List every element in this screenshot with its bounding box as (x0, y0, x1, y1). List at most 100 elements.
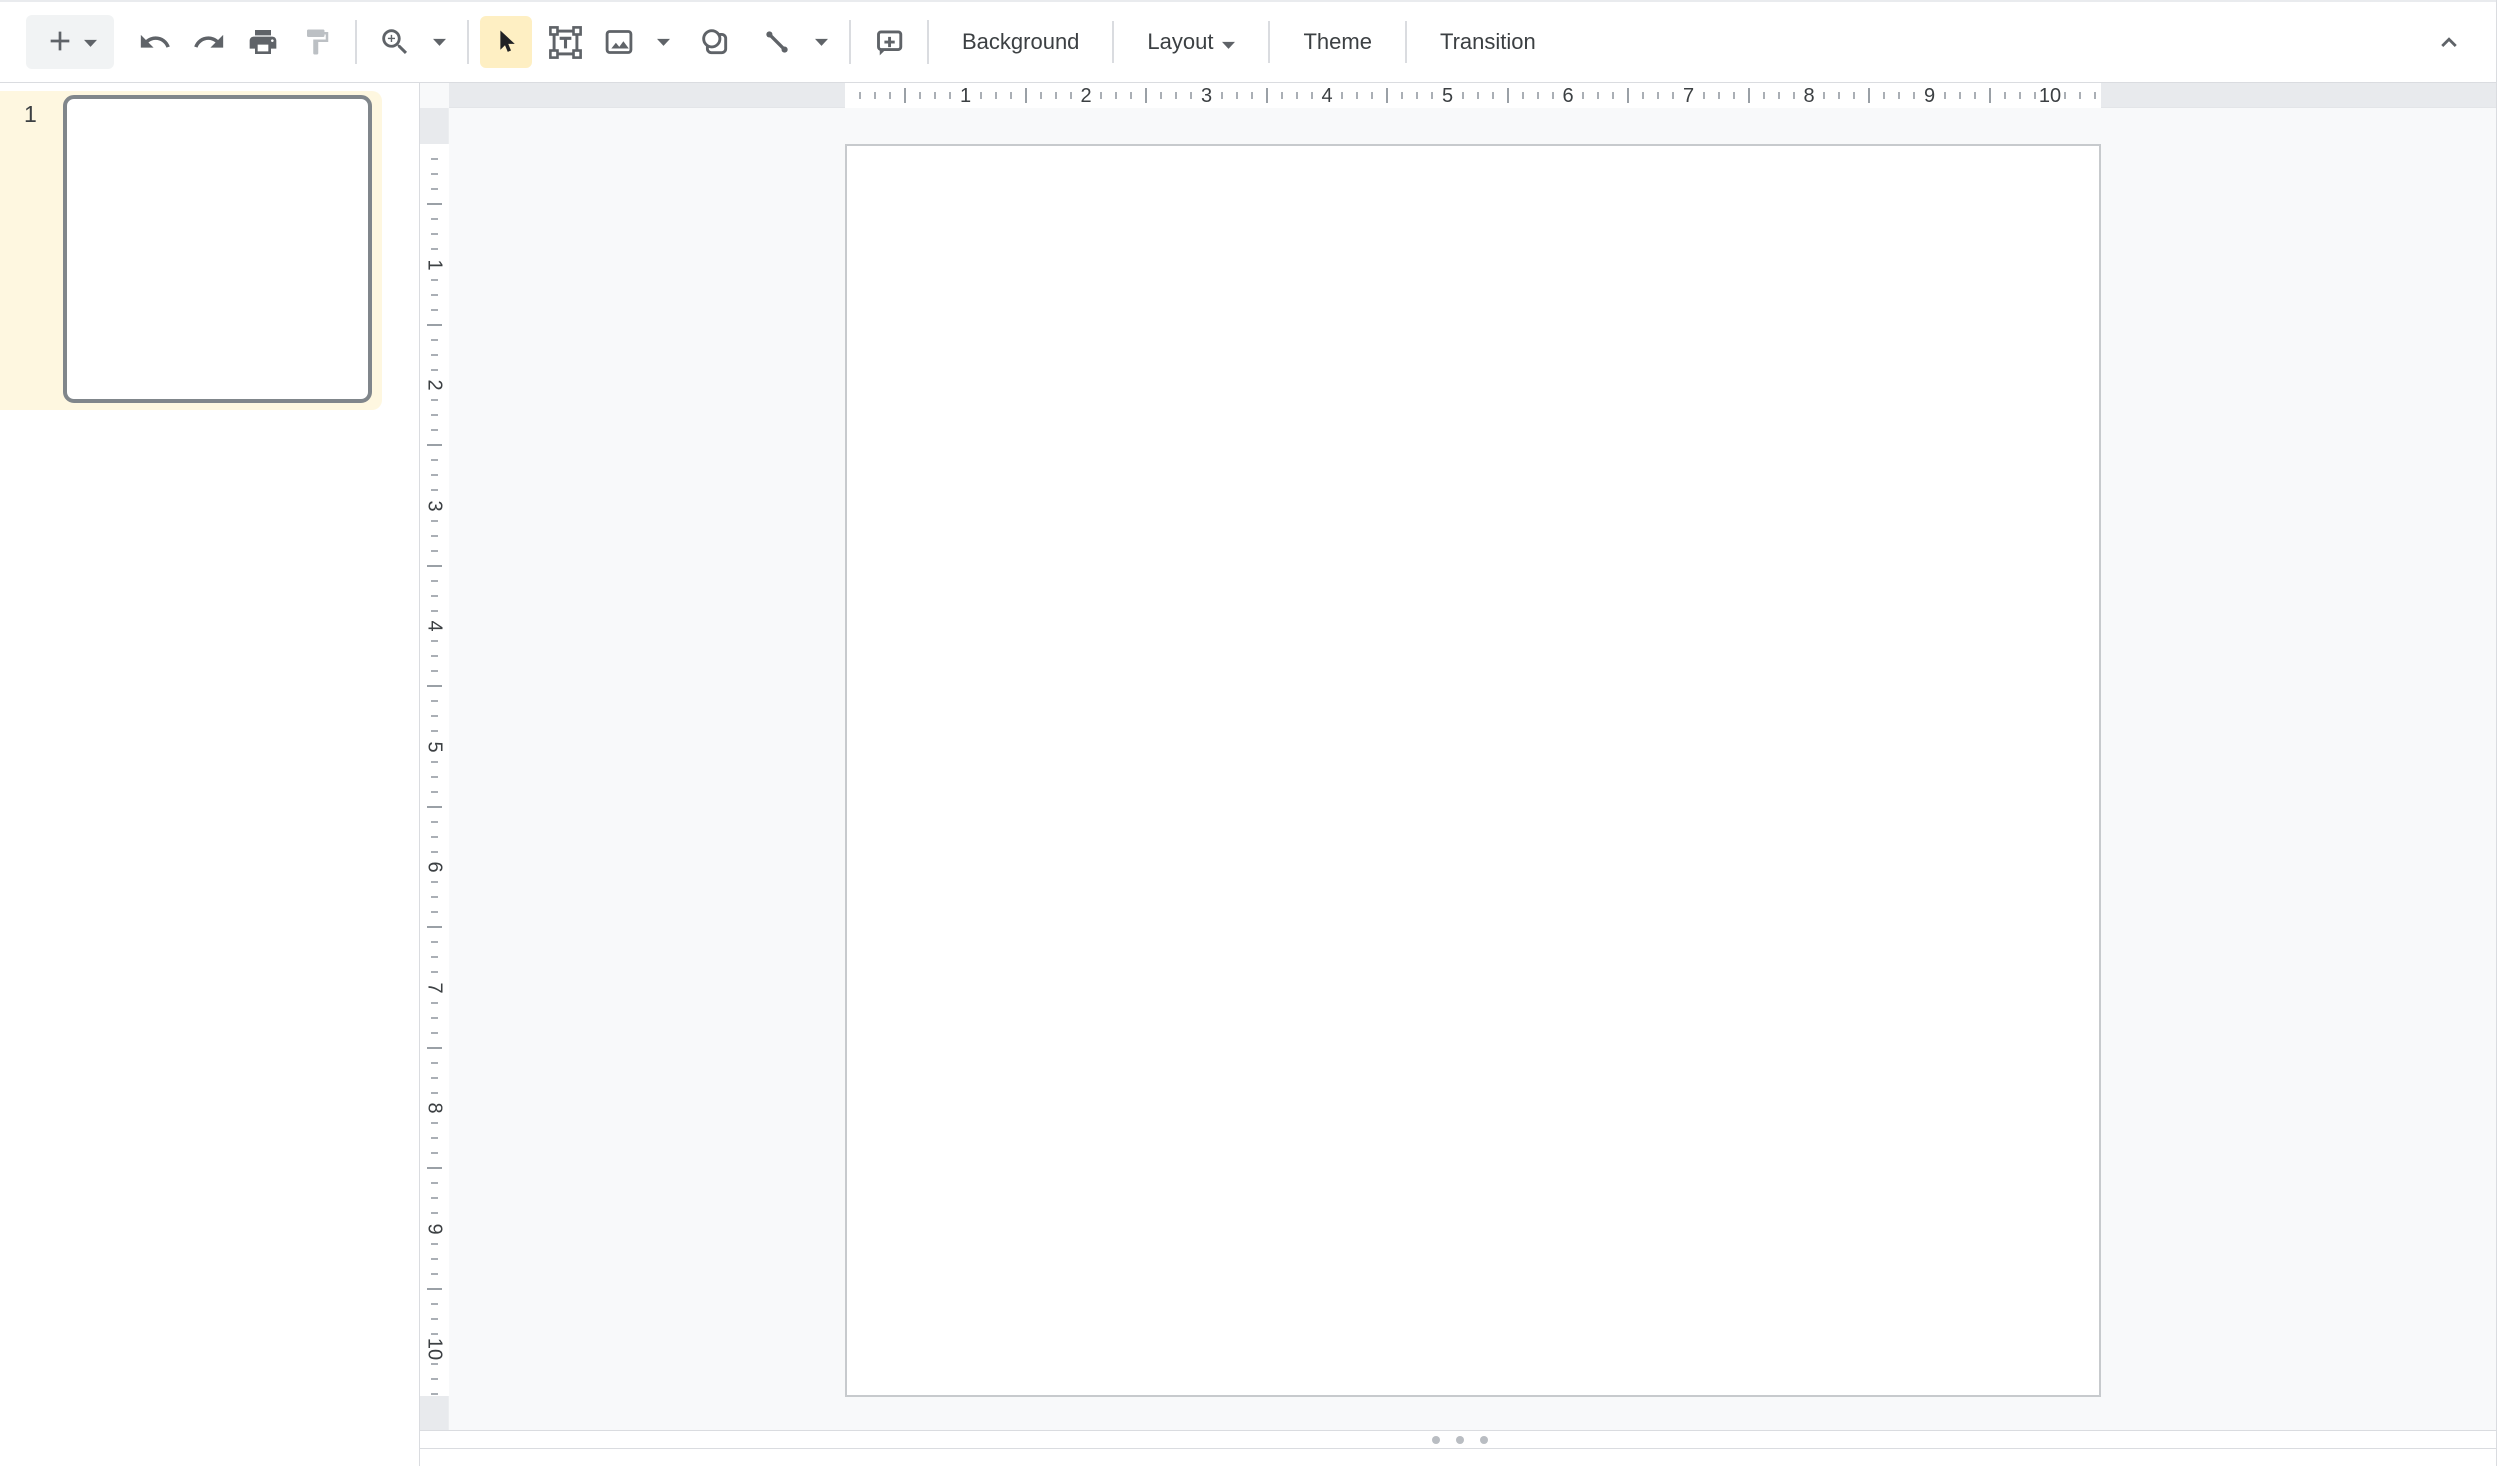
slide-number: 1 (24, 101, 37, 128)
ruler-tick (1537, 92, 1539, 99)
ruler-tick (431, 836, 438, 838)
ruler-tick (431, 730, 438, 732)
ruler-tick (431, 1182, 438, 1184)
ruler-tick (1823, 92, 1825, 99)
ruler-tick (431, 1273, 438, 1275)
ruler-tick (1251, 92, 1253, 99)
ruler-number: 9 (1924, 83, 1935, 109)
line-icon (761, 26, 793, 58)
ruler-tick (1266, 88, 1268, 103)
ruler-number: 5 (1442, 83, 1453, 109)
ruler-number: 4 (1321, 83, 1332, 109)
ruler-tick (1386, 88, 1388, 103)
ruler-tick (431, 1393, 438, 1395)
ruler-tick (1868, 88, 1870, 103)
ruler-tick (1763, 92, 1765, 99)
hide-menus-button[interactable] (2422, 14, 2476, 70)
ruler-tick (1748, 88, 1750, 103)
textbox-tool-button[interactable] (538, 14, 592, 70)
ruler-tick (431, 896, 438, 898)
ruler-number: 10 (423, 1338, 446, 1360)
ruler-tick (431, 399, 438, 401)
print-button[interactable] (236, 14, 290, 70)
transition-button[interactable]: Transition (1418, 15, 1558, 69)
background-button[interactable]: Background (940, 15, 1101, 69)
ruler-tick (1989, 88, 1991, 103)
shape-tool-button[interactable] (688, 14, 742, 70)
ruler-tick (431, 971, 438, 973)
ruler-tick (427, 685, 442, 687)
ruler-tick (431, 414, 438, 416)
ruler-number: 7 (423, 982, 446, 993)
ruler-tick (1838, 92, 1840, 99)
layout-button[interactable]: Layout (1125, 15, 1257, 69)
ruler-tick (1371, 92, 1373, 99)
ruler-tick (1778, 92, 1780, 99)
ruler-tick (431, 580, 438, 582)
ruler-tick (1522, 92, 1524, 99)
ruler-tick (1507, 88, 1509, 103)
ruler-tick (1642, 92, 1644, 99)
ruler-tick (431, 881, 438, 883)
zoom-dropdown[interactable] (422, 14, 456, 70)
ruler-number: 3 (1201, 83, 1212, 109)
ruler-tick (427, 1167, 442, 1169)
plus-icon (44, 25, 76, 60)
slide-thumbnail[interactable] (63, 95, 372, 403)
ruler-tick (2079, 92, 2081, 99)
line-dropdown[interactable] (804, 14, 838, 70)
ruler-tick (431, 459, 438, 461)
ruler-tick (431, 429, 438, 431)
toolbar-separator (355, 20, 357, 64)
ruler-tick (1672, 92, 1674, 99)
toolbar-separator (467, 20, 469, 64)
ruler-tick (859, 92, 861, 99)
ruler-tick (431, 715, 438, 717)
undo-button[interactable] (128, 14, 182, 70)
select-tool-button[interactable] (480, 16, 532, 68)
caret-down-icon (433, 38, 446, 46)
printer-icon (247, 26, 279, 58)
ruler-tick (904, 88, 906, 103)
ruler-tick (1025, 88, 1027, 103)
ruler-number: 2 (1080, 83, 1091, 109)
toolbar-separator (1268, 21, 1270, 63)
new-slide-button[interactable] (26, 15, 114, 69)
shape-icon (699, 26, 732, 59)
ruler-tick (431, 309, 438, 311)
ruler-tick (431, 610, 438, 612)
theme-button[interactable]: Theme (1281, 15, 1393, 69)
comment-button[interactable] (862, 14, 916, 70)
zoom-button[interactable] (368, 14, 422, 70)
image-dropdown[interactable] (646, 14, 680, 70)
ruler-tick (431, 1197, 438, 1199)
ruler-tick (995, 92, 997, 99)
ruler-tick (431, 1017, 438, 1019)
ruler-tick (431, 1378, 438, 1380)
speaker-notes-splitter[interactable] (420, 1430, 2502, 1449)
ruler-tick (1944, 92, 1946, 99)
line-tool-button[interactable] (750, 14, 804, 70)
ruler-number: 7 (1683, 83, 1694, 109)
slide-canvas[interactable] (845, 144, 2101, 1397)
ruler-tick (431, 1002, 438, 1004)
ruler-tick (1733, 92, 1735, 99)
ruler-tick (431, 821, 438, 823)
ruler-tick (431, 1303, 438, 1305)
ruler-tick (1221, 92, 1223, 99)
undo-icon (138, 25, 172, 59)
ruler-number: 9 (423, 1223, 446, 1234)
layout-button-label: Layout (1147, 29, 1213, 55)
new-slide-dropdown[interactable] (84, 35, 97, 50)
ruler-tick (431, 369, 438, 371)
ruler-tick (1055, 92, 1057, 99)
ruler-tick (1462, 92, 1464, 99)
slide-entry-selected[interactable]: 1 (0, 91, 382, 410)
image-tool-button[interactable] (592, 14, 646, 70)
ruler-tick (1853, 92, 1855, 99)
toolbar-separator (927, 20, 929, 64)
textbox-icon (547, 24, 584, 61)
redo-button[interactable] (182, 14, 236, 70)
ruler-tick (431, 188, 438, 190)
ruler-tick (431, 520, 438, 522)
